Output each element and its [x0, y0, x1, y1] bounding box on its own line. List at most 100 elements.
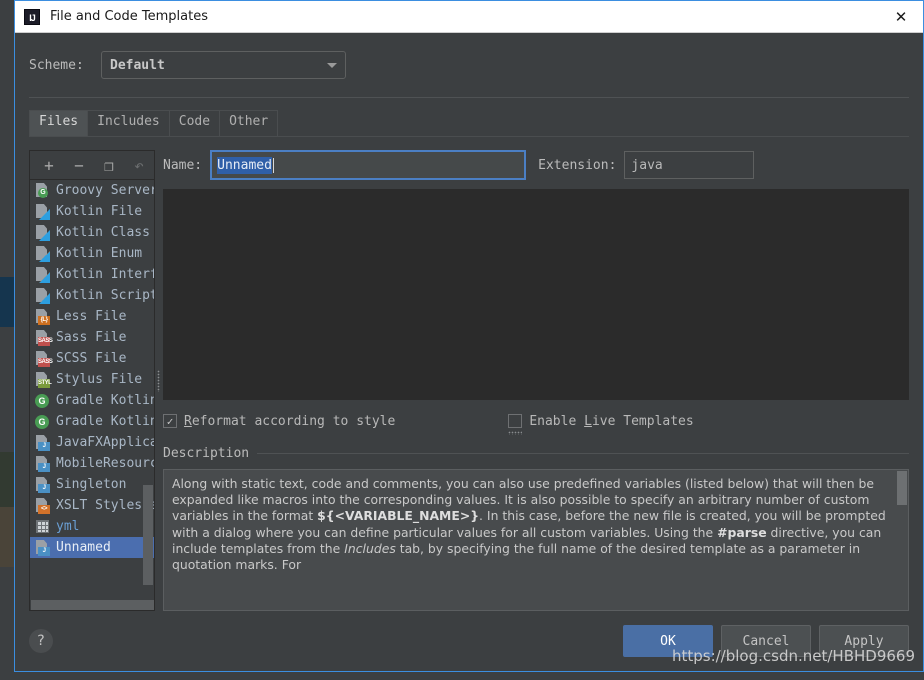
extension-input-value: java: [631, 157, 663, 173]
list-item-label: XSLT Stylesheet: [56, 498, 154, 513]
template-text-editor[interactable]: [163, 189, 909, 400]
name-row: Name: Unnamed Extension: java: [163, 150, 909, 180]
description-separator: [257, 453, 909, 454]
splitter-grip-icon: [157, 369, 160, 392]
name-input-value: Unnamed: [217, 156, 272, 174]
dialog-titlebar: IJ File and Code Templates ✕: [15, 1, 923, 33]
template-list[interactable]: G Groovy Server Page Kotlin File Kotlin Cla…: [30, 180, 154, 610]
groovy-file-icon: G: [34, 182, 51, 199]
list-item[interactable]: J JavaFXApplication: [30, 432, 154, 453]
xslt-file-icon: <>: [34, 497, 51, 514]
live-templates-checkbox-label[interactable]: Enable Live Templates: [529, 414, 693, 429]
list-item[interactable]: J MobileResourceBundle: [30, 453, 154, 474]
help-icon[interactable]: ?: [29, 629, 53, 653]
tab-other[interactable]: Other: [220, 110, 279, 136]
template-list-panel: +−❐↶ G Groovy Server Page Kotlin File Kotli…: [29, 150, 155, 611]
cancel-button[interactable]: Cancel: [721, 625, 811, 657]
ok-button[interactable]: OK: [623, 625, 713, 657]
list-item-label: Kotlin Class: [56, 225, 150, 240]
dialog-body: Scheme: Default Files Includes Code Other +…: [15, 33, 923, 611]
list-item[interactable]: Kotlin Enum: [30, 243, 154, 264]
dialog-title: File and Code Templates: [50, 9, 208, 24]
apply-button[interactable]: Apply: [819, 625, 909, 657]
remove-button[interactable]: −: [64, 152, 94, 178]
live-label-pre: Enable: [529, 413, 585, 429]
main-split: +−❐↶ G Groovy Server Page Kotlin File Kotli…: [29, 150, 909, 611]
tab-includes[interactable]: Includes: [88, 110, 170, 136]
list-item[interactable]: G Gradle Kotlin DSL Build Scri: [30, 390, 154, 411]
check-icon: ✓: [166, 414, 174, 428]
tab-code[interactable]: Code: [169, 110, 221, 136]
list-item[interactable]: SASS Sass File: [30, 327, 154, 348]
list-item[interactable]: Kotlin Class: [30, 222, 154, 243]
name-input[interactable]: Unnamed: [210, 150, 527, 180]
list-item-label: Kotlin Interface: [56, 267, 154, 282]
extension-input[interactable]: java: [624, 151, 755, 179]
reformat-checkbox[interactable]: ✓: [163, 414, 177, 428]
gradle-icon: G: [34, 392, 51, 409]
list-item-label: Gradle Kotlin DSL Build Scri: [56, 393, 154, 408]
live-templates-checkbox[interactable]: [508, 414, 523, 428]
list-item[interactable]: yml: [30, 516, 154, 537]
description-title: Description: [163, 446, 250, 461]
description-fragment: Includes: [344, 540, 396, 556]
live-label-rest: ive Templates: [591, 413, 694, 429]
copy-button[interactable]: ❐: [94, 152, 124, 178]
list-item[interactable]: STYL Stylus File: [30, 369, 154, 390]
list-item[interactable]: Kotlin Interface: [30, 264, 154, 285]
list-item[interactable]: Kotlin Script: [30, 285, 154, 306]
chevron-down-icon: [327, 62, 337, 68]
java-file-icon: J: [34, 476, 51, 493]
list-item-label: JavaFXApplication: [56, 435, 154, 450]
list-item[interactable]: SASS SCSS File: [30, 348, 154, 369]
list-vscroll-thumb[interactable]: [143, 485, 153, 585]
list-item[interactable]: J Unnamed: [30, 537, 154, 558]
scheme-separator: [29, 97, 909, 98]
tab-files[interactable]: Files: [29, 110, 89, 136]
list-item-label: Sass File: [56, 330, 127, 345]
list-hscroll-thumb[interactable]: [31, 600, 154, 610]
scheme-label: Scheme:: [29, 57, 84, 73]
scheme-selected-value: Default: [110, 57, 165, 73]
list-vertical-scrollbar[interactable]: [143, 180, 153, 598]
description-vscroll-thumb[interactable]: [897, 471, 907, 505]
list-horizontal-scrollbar[interactable]: [30, 599, 154, 610]
template-editor-panel: Name: Unnamed Extension: java ✓ Reformat…: [163, 150, 909, 611]
list-item-label: SCSS File: [56, 351, 127, 366]
list-item[interactable]: Kotlin File: [30, 201, 154, 222]
scheme-select[interactable]: Default: [101, 51, 346, 79]
scheme-row: Scheme: Default: [29, 51, 909, 79]
list-item-label: yml: [56, 519, 80, 534]
kotlin-file-icon: [34, 203, 51, 220]
reformat-checkbox-label[interactable]: Reformat according to style: [184, 414, 395, 429]
list-item[interactable]: {L} Less File: [30, 306, 154, 327]
list-item[interactable]: J Singleton: [30, 474, 154, 495]
close-icon[interactable]: ✕: [879, 2, 923, 32]
description-text: Along with static text, code and comment…: [164, 470, 908, 573]
list-item[interactable]: G Groovy Server Page: [30, 180, 154, 201]
sass-file-icon: SASS: [34, 329, 53, 346]
list-item[interactable]: G Gradle Kotlin DSL Settings: [30, 411, 154, 432]
list-item-label: Groovy Server Page: [56, 183, 154, 198]
list-item-label: Less File: [56, 309, 127, 324]
kotlin-file-icon: [34, 224, 51, 241]
kotlin-file-icon: [34, 266, 51, 283]
list-item[interactable]: <> XSLT Stylesheet: [30, 495, 154, 516]
kotlin-file-icon: [34, 287, 51, 304]
backdrop-strip-bottom: [0, 567, 14, 680]
options-row: ✓ Reformat according to style Enable Liv…: [163, 410, 909, 435]
backdrop-strip-mid: [0, 327, 14, 452]
focus-indicator-icon: [508, 430, 523, 435]
description-box[interactable]: Along with static text, code and comment…: [163, 469, 909, 611]
description-fragment: ${<VARIABLE_NAME>}: [317, 508, 480, 524]
add-button[interactable]: +: [34, 152, 64, 178]
dialog-footer: ? OK Cancel Apply https://blog.csdn.net/HB…: [15, 611, 923, 671]
scss-file-icon: SASS: [34, 350, 53, 367]
panel-splitter[interactable]: [155, 150, 163, 611]
reformat-label-rest: eformat according to style: [191, 413, 396, 429]
list-item-label: Kotlin File: [56, 204, 143, 219]
description-vertical-scrollbar[interactable]: [897, 471, 907, 609]
reset-button[interactable]: ↶: [124, 152, 154, 178]
java-file-icon: J: [34, 434, 51, 451]
backdrop-strip-green: [0, 452, 14, 507]
